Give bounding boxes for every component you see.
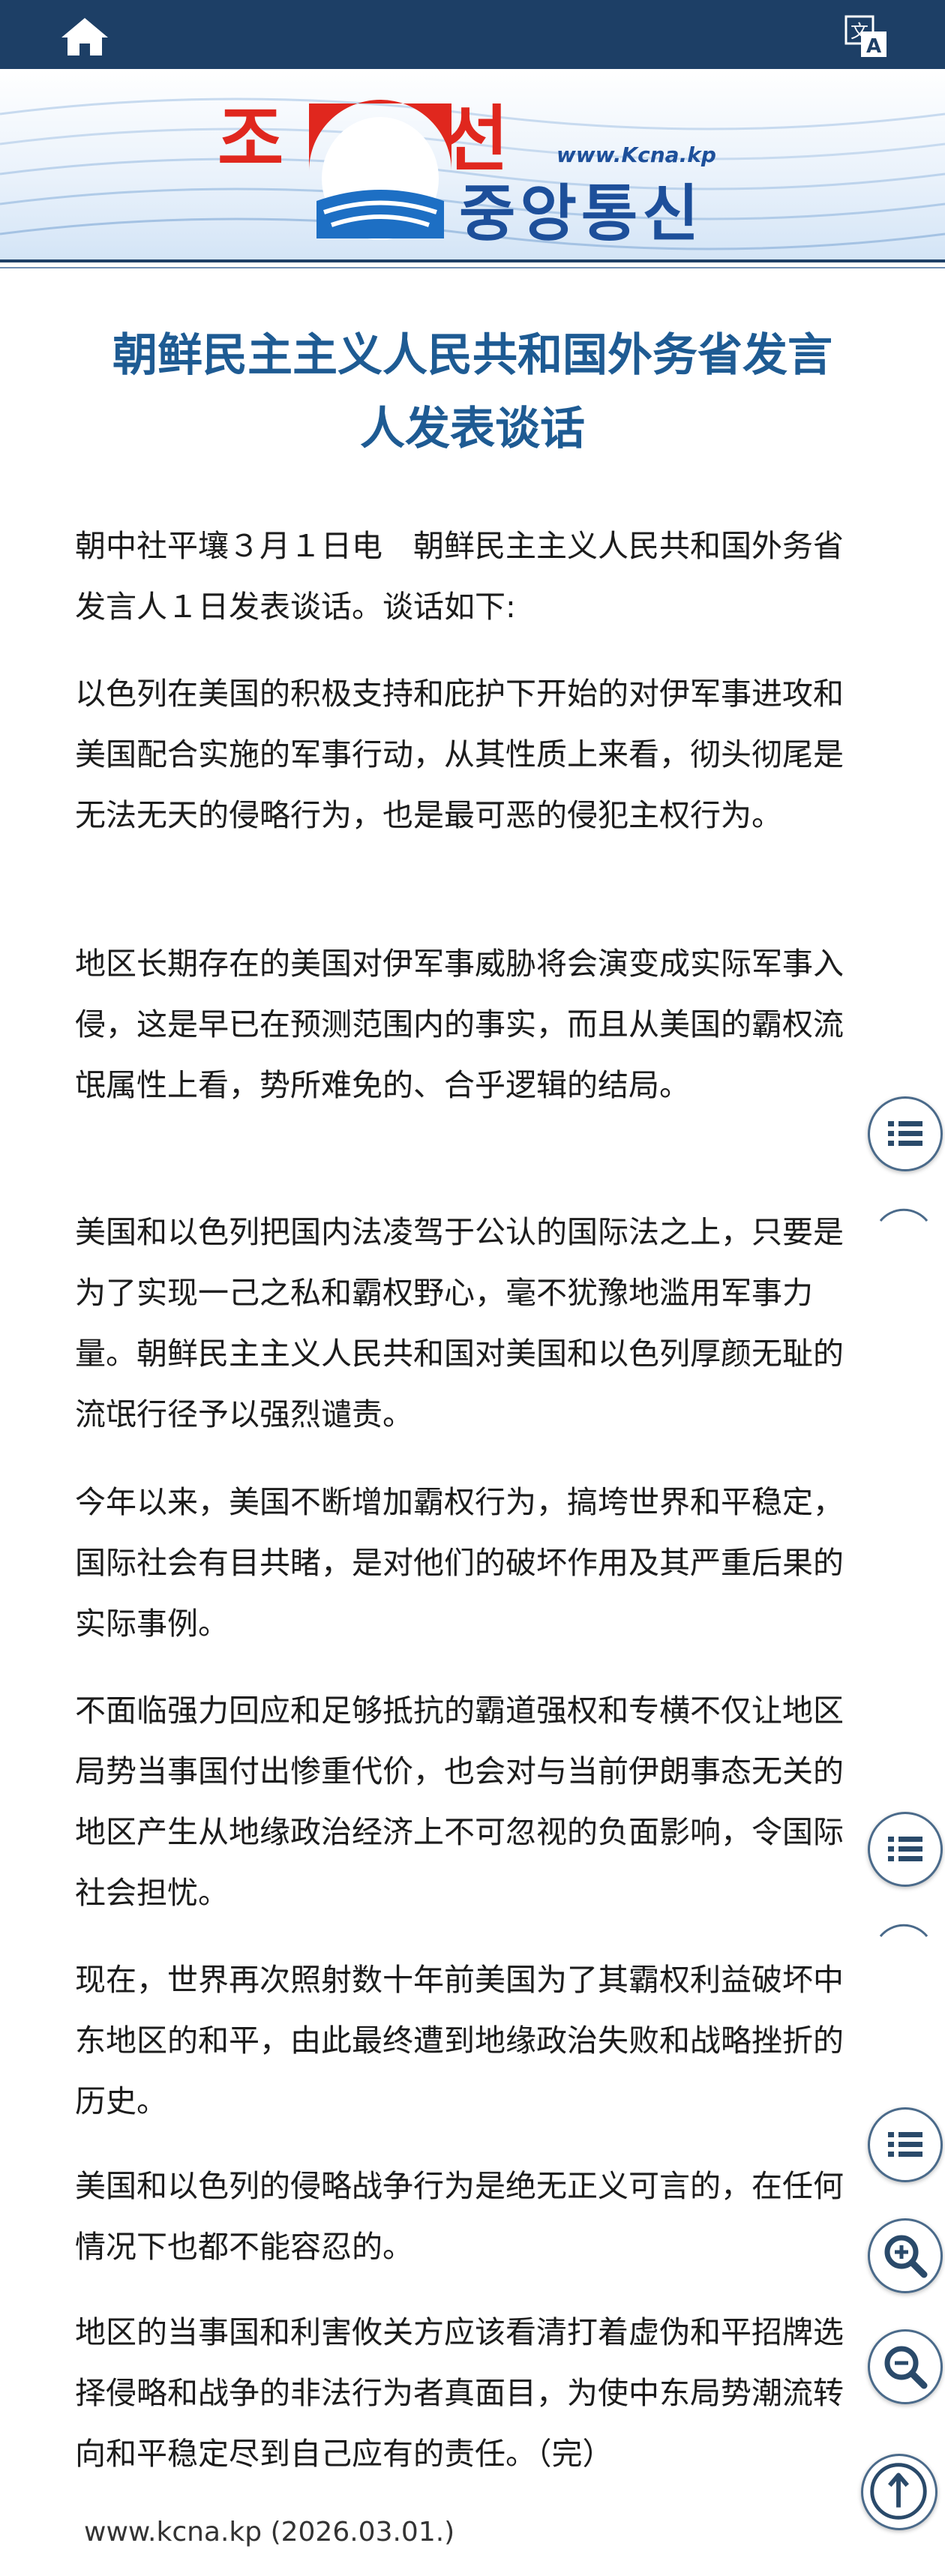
article-paragraph: 地区长期存在的美国对伊军事威胁将会演变成实际军事入侵，这是早已在预测范围内的事实…	[75, 946, 844, 1103]
article-paragraph: 地区的当事国和利害攸关方应该看清打着虚伪和平招牌选择侵略和战争的非法行为者真面目…	[75, 2314, 844, 2472]
svg-text:A: A	[866, 35, 881, 58]
list-icon	[888, 1121, 922, 1146]
list-icon	[888, 1837, 922, 1861]
article-paragraph: 美国和以色列的侵略战争行为是绝无正义可言的，在任何情况下也都不能容忍的。	[75, 2168, 844, 2265]
article-list-button[interactable]	[868, 1096, 943, 1171]
article-paragraph: 美国和以色列把国内法凌驾于公认的国际法之上，只要是为了实现一己之私和霸权野心，毫…	[75, 1214, 844, 1432]
logo-text-jo: 조	[218, 97, 286, 181]
article-paragraph: 现在，世界再次照射数十年前美国为了其霸权利益破坏中东地区的和平，由此最终遭到地缘…	[75, 1962, 844, 2119]
banner-divider-thin	[0, 267, 945, 268]
article-title-line-2: 人发表谈话	[360, 403, 585, 455]
scroll-arc-decoration	[879, 1924, 928, 1937]
article-title: 朝鲜民主主义人民共和国外务省发言 人发表谈话	[75, 319, 870, 466]
top-nav-bar: 文 A	[0, 0, 945, 69]
scroll-arc-decoration	[879, 1208, 928, 1222]
list-icon	[888, 2132, 922, 2157]
logo-text-agency: 중앙통신	[459, 178, 704, 250]
zoom-out-icon	[884, 2346, 928, 2389]
zoom-in-icon	[884, 2235, 928, 2278]
article-list-button[interactable]	[868, 1812, 943, 1887]
article-source: www.kcna.kp (2026.03.01.)	[84, 2517, 455, 2548]
article-list-button[interactable]	[868, 2107, 943, 2182]
scroll-to-top-button[interactable]	[861, 2454, 938, 2530]
article-paragraph: 今年以来，美国不断增加霸权行为，搞垮世界和平稳定，国际社会有目共睹，是对他们的破…	[75, 1484, 844, 1642]
article-paragraph: 不面临强力回应和足够抵抗的霸道强权和专横不仅让地区局势当事国付出惨重代价，也会对…	[75, 1693, 844, 1911]
article-title-line-1: 朝鲜民主主义人民共和国外务省发言	[112, 329, 832, 382]
home-icon[interactable]	[58, 16, 111, 57]
translate-icon[interactable]: 文 A	[844, 15, 888, 58]
arrow-up-icon	[870, 2463, 927, 2520]
zoom-out-button[interactable]	[868, 2329, 943, 2404]
banner-divider	[0, 259, 945, 262]
kcna-emblem-icon	[302, 88, 459, 246]
zoom-in-button[interactable]	[868, 2218, 943, 2293]
article-paragraph: 朝中社平壤３月１日电 朝鲜民主主义人民共和国外务省发言人１日发表谈话。谈话如下:	[75, 528, 844, 625]
article-paragraph: 以色列在美国的积极支持和庇护下开始的对伊军事进攻和美国配合实施的军事行动，从其性…	[75, 676, 844, 833]
